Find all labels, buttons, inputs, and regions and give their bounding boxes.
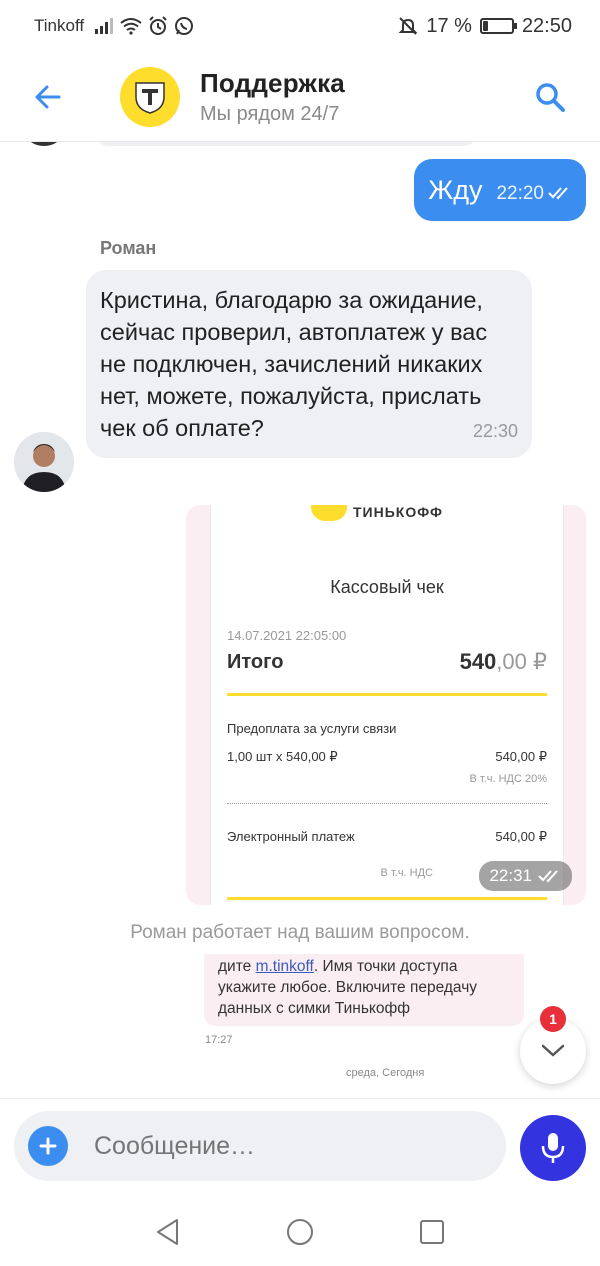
mute-bell-icon [398,17,418,35]
image-message[interactable]: ТИНЬКОФФ Кассовый чек 14.07.2021 22:05:0… [186,505,586,905]
chat-subtitle: Мы рядом 24/7 [200,102,340,125]
nav-home-button[interactable] [280,1212,320,1252]
receipt-item-sum: 540,00 ₽ [495,749,547,764]
double-check-icon [548,187,568,200]
receipt-total-value: 540,00 ₽ [459,649,547,674]
wifi-icon [120,18,142,35]
microphone-icon [541,1133,565,1163]
receipt-payment-sum: 540,00 ₽ [495,829,547,844]
snippet-link[interactable]: m.tinkoff [256,958,314,975]
snippet-time: 17:27 [205,1034,233,1046]
chat-title: Поддержка [200,67,345,98]
unread-badge: 1 [540,1006,566,1032]
status-bar: Tinkoff 17 % 22:50 [0,0,600,52]
receipt-bottom-divider [227,897,547,900]
receipt-dotted-divider [227,803,547,804]
message-input-container[interactable] [14,1111,506,1181]
receipt-payment-label: Электронный платеж [227,829,355,844]
carrier-label: Tinkoff [34,16,85,35]
voice-message-button[interactable] [520,1115,586,1181]
whatsapp-icon [175,17,194,35]
back-button[interactable] [18,67,78,127]
message-text: Кристина, благодарю за ожидание, сейчас … [100,287,488,441]
chat-area[interactable]: Жду 22:20 Роман Кристина, благодарю за о… [0,142,600,1098]
receipt-vat-label: В т.ч. НДС [380,867,433,879]
receipt-item-qty: 1,00 шт x 540,00 ₽ [227,749,338,764]
system-nav-bar [0,1198,600,1266]
snippet-text: дите [218,958,256,975]
battery-icon [479,18,517,34]
receipt-logo: ТИНЬКОФФ [311,505,443,521]
forwarded-image-snippet[interactable]: дите m.tinkoff. Имя точки доступа укажит… [204,954,524,1026]
square-recents-icon [420,1220,444,1244]
receipt-datetime: 14.07.2021 22:05:00 [227,628,347,643]
receipt-item-name: Предоплата за услуги связи [227,721,397,736]
double-check-icon [538,870,558,883]
person-avatar-icon [14,432,74,492]
nav-back-button[interactable] [148,1212,188,1252]
search-button[interactable] [530,77,570,117]
snippet-date: среда, Сегодня [346,1067,425,1079]
tinkoff-logo-icon [135,81,165,114]
receipt-heading: Кассовый чек [330,577,444,597]
clock: 22:50 [521,14,572,37]
message-time: 22:20 [496,183,544,204]
previous-message-edge [96,142,476,146]
sender-name: Роман [100,238,157,258]
arrow-left-icon [35,85,61,108]
receipt-brand: ТИНЬКОФФ [353,505,443,520]
attach-button[interactable] [28,1126,68,1166]
chevron-down-icon [541,1044,565,1057]
message-text: Жду [428,174,483,205]
signal-icon [95,18,114,34]
receipt-image: ТИНЬКОФФ Кассовый чек 14.07.2021 22:05:0… [210,505,564,905]
message-time: 22:31 [489,866,532,885]
message-time: 22:30 [472,421,518,441]
circle-home-icon [287,1219,313,1245]
chat-header: Поддержка Мы рядом 24/7 [0,52,600,142]
incoming-message[interactable]: Кристина, благодарю за ожидание, сейчас … [86,270,532,458]
agent-status-text: Роман работает над вашим вопросом. [130,922,470,943]
plus-icon [39,1137,57,1155]
receipt-item-vat: В т.ч. НДС 20% [469,773,547,785]
search-icon [536,82,565,112]
outgoing-message[interactable]: Жду 22:20 [414,159,586,221]
receipt-total-label: Итого [227,651,284,673]
agent-avatar[interactable] [14,432,74,492]
message-input[interactable] [94,1131,474,1161]
composer [0,1098,600,1198]
triangle-back-icon [157,1219,178,1245]
battery-percent: 17 % [426,14,472,37]
tinkoff-shield-icon [311,505,347,521]
nav-recents-button[interactable] [412,1212,452,1252]
receipt-divider [227,693,547,696]
support-avatar[interactable] [120,66,180,127]
alarm-icon [149,16,167,35]
previous-avatar-edge [26,142,62,146]
image-time-badge: 22:31 [479,861,572,891]
